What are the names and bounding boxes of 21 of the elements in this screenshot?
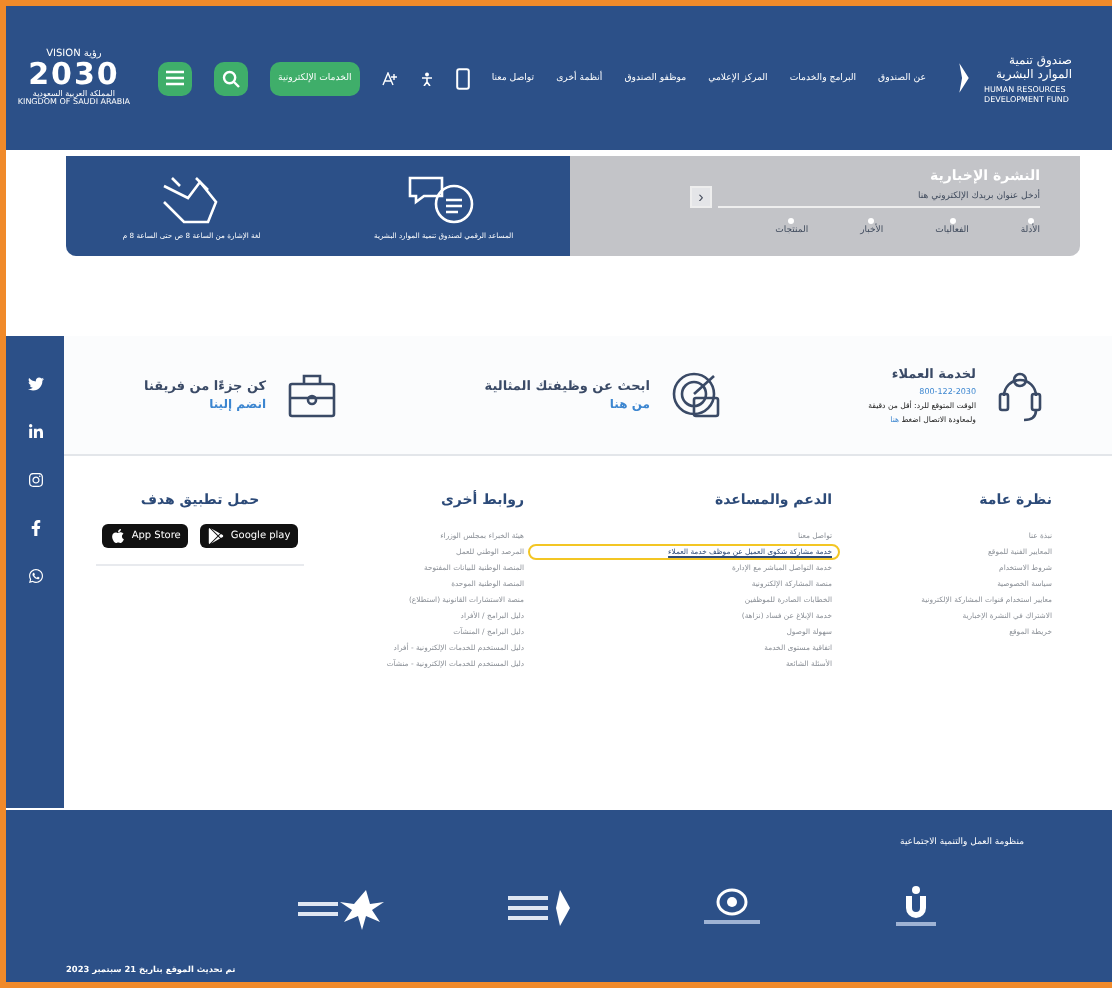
submit-button[interactable]: ‹ — [690, 186, 712, 208]
facebook-icon[interactable] — [27, 520, 43, 536]
menu-icon — [166, 70, 185, 86]
accessibility-icon[interactable] — [419, 71, 434, 85]
bird-icon[interactable] — [27, 376, 43, 392]
camera-icon[interactable] — [27, 472, 43, 488]
search-icon — [222, 69, 241, 87]
headset-icon — [996, 367, 1044, 423]
linkedin-icon[interactable] — [27, 424, 43, 440]
mobile-icon[interactable] — [455, 67, 470, 89]
vision-year: 2030 — [28, 60, 120, 90]
search-button[interactable] — [214, 61, 249, 95]
target-briefcase-icon — [669, 369, 722, 421]
apple-icon — [109, 528, 126, 544]
phone-bubble-icon[interactable] — [27, 568, 43, 584]
play-icon — [208, 528, 225, 544]
palm-logo — [296, 886, 384, 930]
menu-button[interactable] — [158, 61, 193, 95]
briefcase-icon — [286, 371, 339, 419]
text-size-icon[interactable] — [381, 71, 398, 85]
fund-logo — [504, 886, 576, 930]
